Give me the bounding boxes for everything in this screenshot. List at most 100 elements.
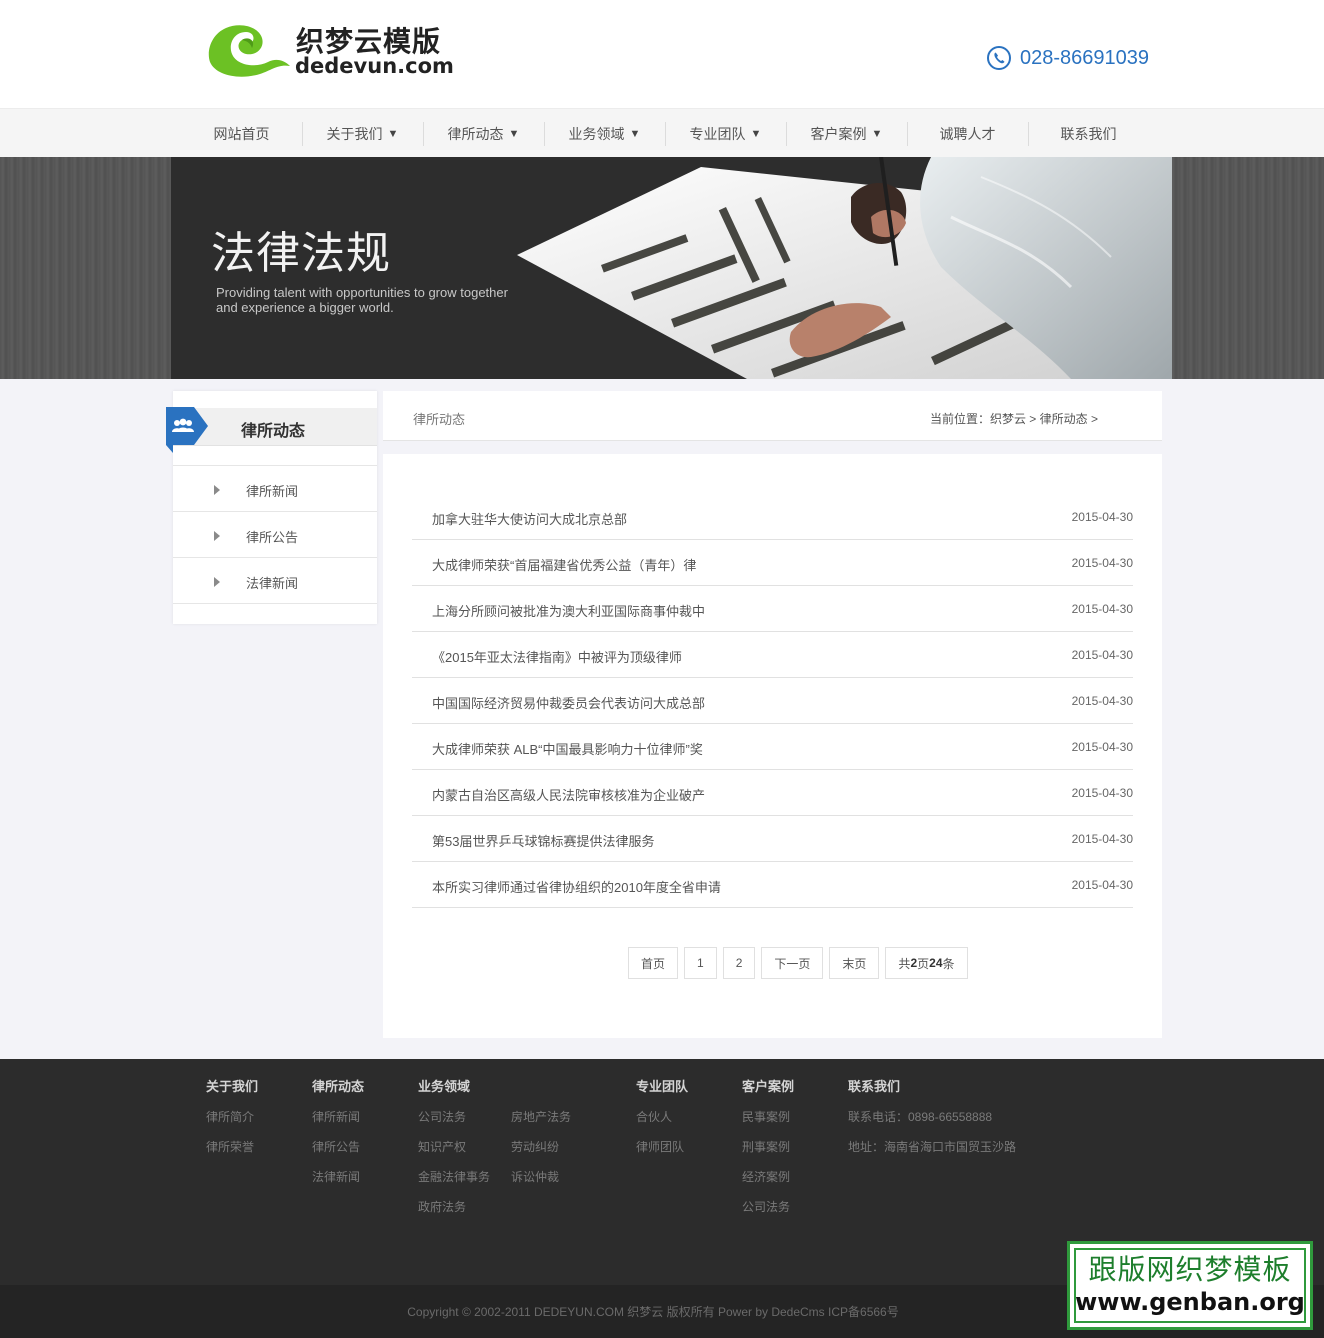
nav-item-contact[interactable]: 联系我们	[1028, 109, 1149, 158]
pagination: 首页 1 2 下一页 末页 共 2 页 24 条	[628, 947, 968, 979]
news-title[interactable]: 大成律师荣获 ALB“中国最具影响力十位律师”奖	[432, 739, 703, 758]
footer-heading[interactable]: 联系我们	[848, 1079, 1016, 1095]
page-2-button[interactable]: 2	[722, 947, 756, 979]
news-item[interactable]: 加拿大驻华大使访问大成北京总部 2015-04-30	[412, 494, 1133, 540]
news-item[interactable]: 上海分所顾问被批准为澳大利亚国际商事仲裁中 2015-04-30	[412, 586, 1133, 632]
sidebar-title: 律所动态	[241, 423, 306, 440]
last-page-button[interactable]: 末页	[829, 947, 880, 979]
footer-heading[interactable]: 关于我们	[206, 1079, 258, 1095]
nav-item-cases[interactable]: 客户案例 ▼	[786, 109, 907, 158]
footer-link[interactable]: 经济案例	[742, 1169, 794, 1185]
footer-link[interactable]: 金融法律事务	[418, 1169, 490, 1185]
footer-link[interactable]: 律所简介	[206, 1109, 258, 1125]
first-page-button[interactable]: 首页	[628, 947, 679, 979]
main-nav-list: 网站首页 关于我们 ▼ 律所动态 ▼ 业务领域 ▼ 专业团队 ▼ 客户案例 ▼ 诚聘人才 …	[181, 109, 1149, 158]
footer-link[interactable]: 知识产权	[418, 1139, 490, 1155]
nav-item-label: 诚聘人才	[939, 125, 996, 142]
dropdown-arrow-icon: ▼	[629, 127, 641, 140]
news-date: 2015-04-30	[1071, 556, 1133, 570]
page-info-prefix: 共	[898, 956, 911, 971]
dropdown-arrow-icon: ▼	[871, 127, 883, 140]
footer-col-contact: 联系我们 联系电话：0898-66558888 地址：海南省海口市国贸玉沙路	[848, 1079, 1016, 1155]
footer-heading[interactable]: 客户案例	[742, 1079, 794, 1095]
footer-col-about: 关于我们 律所简介 律所荣誉	[206, 1079, 258, 1155]
nav-item-label: 律所动态	[447, 125, 504, 142]
footer-link[interactable]: 政府法务	[418, 1199, 490, 1215]
news-title[interactable]: 加拿大驻华大使访问大成北京总部	[432, 509, 627, 528]
footer-link[interactable]: 律所公告	[312, 1139, 364, 1155]
footer-link[interactable]: 法律新闻	[312, 1169, 364, 1185]
footer-link[interactable]: 公司法务	[418, 1109, 490, 1125]
nav-item-home[interactable]: 网站首页	[181, 109, 302, 158]
news-date: 2015-04-30	[1071, 786, 1133, 800]
news-panel: 加拿大驻华大使访问大成北京总部 2015-04-30 大成律师荣获“首届福建省优秀…	[383, 454, 1162, 1038]
news-item[interactable]: 大成律师荣获 ALB“中国最具影响力十位律师”奖 2015-04-30	[412, 724, 1133, 770]
banner-subtitle-line: Providing talent with opportunities to g…	[216, 285, 508, 300]
news-title[interactable]: 本所实习律师通过省律协组织的2010年度全省申请	[432, 877, 721, 896]
nav-item-business[interactable]: 业务领域 ▼	[544, 109, 665, 158]
dropdown-arrow-icon: ▼	[387, 127, 399, 140]
footer-link[interactable]: 刑事案例	[742, 1139, 794, 1155]
footer-link[interactable]: 劳动纠纷	[511, 1139, 571, 1155]
page-banner: 法律法规 Providing talent with opportunities…	[0, 157, 1324, 379]
news-title[interactable]: 大成律师荣获“首届福建省优秀公益（青年）律	[432, 555, 696, 574]
footer-link[interactable]: 律师团队	[636, 1139, 688, 1155]
news-item[interactable]: 第53届世界乒乓球锦标赛提供法律服务 2015-04-30	[412, 816, 1133, 862]
watermark-text-en: www.genban.org	[1075, 1288, 1305, 1316]
footer-link[interactable]: 诉讼仲裁	[511, 1169, 571, 1185]
page-count-info: 共 2 页 24 条	[885, 947, 968, 979]
footer-link[interactable]: 律所荣誉	[206, 1139, 258, 1155]
sidebar-item-label: 法律新闻	[246, 576, 299, 591]
footer-link[interactable]: 民事案例	[742, 1109, 794, 1125]
dropdown-arrow-icon: ▼	[508, 127, 520, 140]
total-items: 24	[929, 956, 943, 970]
logo-text-en: dedevun.com	[295, 54, 454, 78]
banner-title: 法律法规	[211, 228, 391, 279]
news-date: 2015-04-30	[1071, 510, 1133, 524]
nav-item-about[interactable]: 关于我们 ▼	[302, 109, 423, 158]
total-pages: 2	[910, 956, 918, 970]
nav-item-news[interactable]: 律所动态 ▼	[423, 109, 544, 158]
news-date: 2015-04-30	[1071, 878, 1133, 892]
footer-link[interactable]: 合伙人	[636, 1109, 688, 1125]
footer-link[interactable]: 律所新闻	[312, 1109, 364, 1125]
news-title[interactable]: 内蒙古自治区高级人民法院审核核准为企业破产	[432, 785, 705, 804]
breadcrumb-bar: 律所动态 当前位置：织梦云 > 律所动态 >	[383, 391, 1162, 441]
sidebar-item-firm-notice[interactable]: 律所公告	[173, 512, 377, 558]
news-title[interactable]: 中国国际经济贸易仲裁委员会代表访问大成总部	[432, 693, 705, 712]
nav-item-label: 业务领域	[568, 125, 625, 142]
banner-subtitle: Providing talent with opportunities to g…	[216, 285, 576, 315]
news-item[interactable]: 中国国际经济贸易仲裁委员会代表访问大成总部 2015-04-30	[412, 678, 1133, 724]
page-info-suffix: 条	[942, 956, 955, 971]
news-date: 2015-04-30	[1071, 832, 1133, 846]
page-1-button[interactable]: 1	[684, 947, 717, 979]
footer-heading[interactable]: 律所动态	[312, 1079, 364, 1095]
caret-right-icon	[214, 531, 220, 541]
nav-item-careers[interactable]: 诚聘人才	[907, 109, 1028, 158]
next-page-button[interactable]: 下一页	[761, 947, 824, 979]
footer-phone: 联系电话：0898-66558888	[848, 1110, 993, 1124]
users-icon	[166, 407, 208, 453]
news-item[interactable]: 内蒙古自治区高级人民法院审核核准为企业破产 2015-04-30	[412, 770, 1133, 816]
phone-contact: 028-86691039	[986, 44, 1149, 72]
news-title[interactable]: 《2015年亚太法律指南》中被评为顶级律师	[432, 647, 682, 666]
sidebar: 律所动态 律所新闻 律所公告 法律新闻	[166, 391, 377, 624]
news-item[interactable]: 《2015年亚太法律指南》中被评为顶级律师 2015-04-30	[412, 632, 1133, 678]
site-logo[interactable]: 织梦云模版 dedevun.com	[204, 18, 454, 80]
phone-icon	[987, 46, 1011, 70]
sidebar-item-firm-news[interactable]: 律所新闻	[173, 466, 377, 512]
footer-col-business-2: 房地产法务 劳动纠纷 诉讼仲裁	[511, 1095, 571, 1185]
news-item[interactable]: 大成律师荣获“首届福建省优秀公益（青年）律 2015-04-30	[412, 540, 1133, 586]
footer-heading[interactable]: 专业团队	[636, 1079, 688, 1095]
breadcrumb[interactable]: 当前位置：织梦云 > 律所动态 >	[930, 410, 1098, 427]
news-title[interactable]: 上海分所顾问被批准为澳大利亚国际商事仲裁中	[432, 601, 705, 620]
nav-item-team[interactable]: 专业团队 ▼	[665, 109, 786, 158]
footer-heading[interactable]: 业务领域	[418, 1079, 490, 1095]
sidebar-item-legal-news[interactable]: 法律新闻	[173, 558, 377, 604]
footer-link[interactable]: 公司法务	[742, 1199, 794, 1215]
nav-item-label: 联系我们	[1060, 125, 1117, 142]
footer-link[interactable]: 房地产法务	[511, 1109, 571, 1125]
caret-right-icon	[214, 485, 220, 495]
news-item[interactable]: 本所实习律师通过省律协组织的2010年度全省申请 2015-04-30	[412, 862, 1133, 908]
news-title[interactable]: 第53届世界乒乓球锦标赛提供法律服务	[432, 831, 654, 850]
